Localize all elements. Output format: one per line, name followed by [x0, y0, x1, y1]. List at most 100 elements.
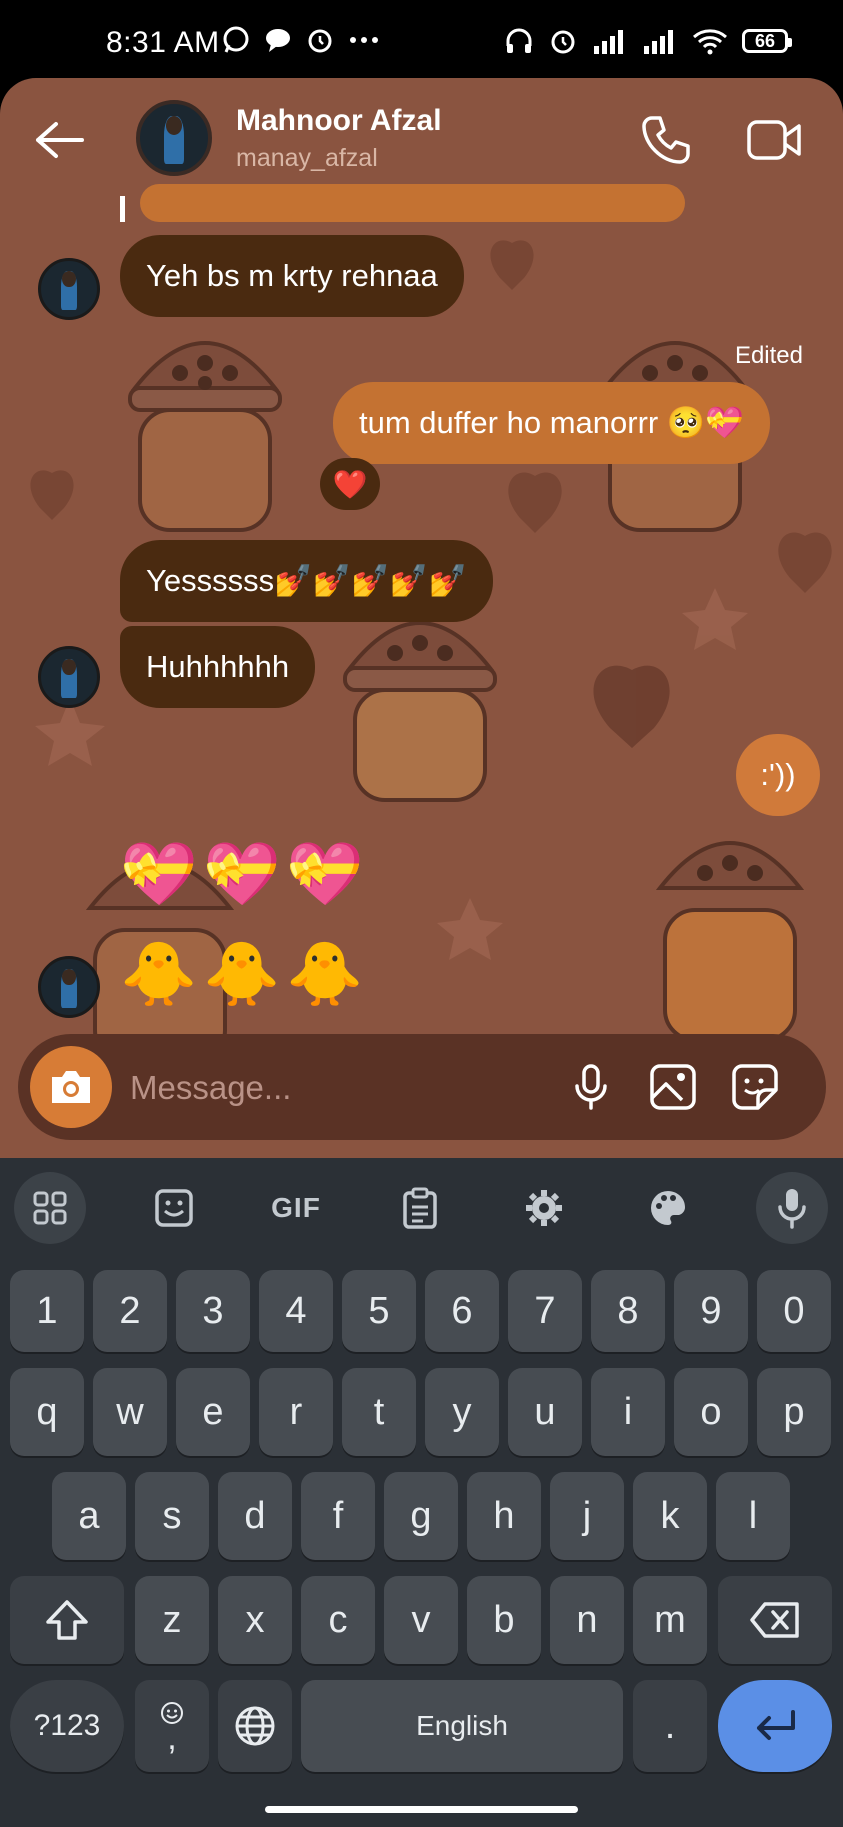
- enter-key[interactable]: [718, 1680, 832, 1772]
- key-b[interactable]: b: [467, 1576, 541, 1664]
- wifi-icon: [693, 29, 727, 55]
- message-incoming[interactable]: Yessssss💅💅💅💅💅: [120, 540, 494, 622]
- key-j[interactable]: j: [550, 1472, 624, 1560]
- kb-voice-button[interactable]: [756, 1172, 828, 1244]
- key-l[interactable]: l: [716, 1472, 790, 1560]
- kb-sticker-button[interactable]: [138, 1172, 210, 1244]
- system-icons: 66: [504, 26, 792, 56]
- key-o[interactable]: o: [674, 1368, 748, 1456]
- key-z[interactable]: z: [135, 1576, 209, 1664]
- shift-key[interactable]: [10, 1576, 124, 1664]
- contact-name[interactable]: Mahnoor Afzal: [236, 104, 442, 138]
- language-key[interactable]: [218, 1680, 292, 1772]
- key-6[interactable]: 6: [425, 1270, 499, 1352]
- key-d[interactable]: d: [218, 1472, 292, 1560]
- key-t[interactable]: t: [342, 1368, 416, 1456]
- emoji-message[interactable]: 💝💝💝: [120, 840, 370, 910]
- message-outgoing[interactable]: tum duffer ho manorrr 🥺💝: [333, 382, 771, 464]
- chat-header: Mahnoor Afzal manay_afzal: [0, 78, 843, 208]
- key-i[interactable]: i: [591, 1368, 665, 1456]
- key-s[interactable]: s: [135, 1472, 209, 1560]
- status-time: 8:31 AM: [106, 26, 220, 59]
- key-7[interactable]: 7: [508, 1270, 582, 1352]
- sticker-icon[interactable]: [730, 1062, 780, 1112]
- key-v[interactable]: v: [384, 1576, 458, 1664]
- headphones-icon: [506, 28, 532, 53]
- back-arrow-icon[interactable]: [34, 120, 86, 160]
- phone-call-icon[interactable]: [640, 114, 692, 166]
- key-5[interactable]: 5: [342, 1270, 416, 1352]
- emoji-comma-key[interactable]: ,: [135, 1680, 209, 1772]
- battery-level: 66: [754, 30, 776, 51]
- key-8[interactable]: 8: [591, 1270, 665, 1352]
- key-p[interactable]: p: [757, 1368, 831, 1456]
- key-k[interactable]: k: [633, 1472, 707, 1560]
- key-c[interactable]: c: [301, 1576, 375, 1664]
- emoji-message[interactable]: 🐥🐥🐥: [120, 940, 370, 1010]
- alarm-icon: [308, 29, 332, 53]
- clipboard-icon: [403, 1187, 437, 1229]
- kb-theme-button[interactable]: [632, 1172, 704, 1244]
- kb-gif-button[interactable]: GIF: [260, 1172, 332, 1244]
- kb-settings-button[interactable]: [508, 1172, 580, 1244]
- comma-label: ,: [167, 1719, 177, 1757]
- key-h[interactable]: h: [467, 1472, 541, 1560]
- video-call-icon[interactable]: [746, 116, 802, 164]
- key-w[interactable]: w: [93, 1368, 167, 1456]
- key-9[interactable]: 9: [674, 1270, 748, 1352]
- contact-avatar[interactable]: [136, 100, 212, 176]
- camera-icon: [52, 1071, 90, 1103]
- key-a[interactable]: a: [52, 1472, 126, 1560]
- microphone-icon[interactable]: [566, 1062, 616, 1112]
- key-1[interactable]: 1: [10, 1270, 84, 1352]
- chat-area[interactable]: Mahnoor Afzal manay_afzal Yeh bs m krty …: [0, 78, 843, 1160]
- kb-apps-button[interactable]: [14, 1172, 86, 1244]
- alarm-clock-icon: [551, 30, 575, 54]
- sender-avatar[interactable]: [38, 956, 100, 1018]
- shift-icon: [46, 1600, 88, 1640]
- key-r[interactable]: r: [259, 1368, 333, 1456]
- backspace-key[interactable]: [718, 1576, 832, 1664]
- symbols-key[interactable]: ?123: [10, 1680, 124, 1772]
- key-m[interactable]: m: [633, 1576, 707, 1664]
- whatsapp-icon: [223, 26, 249, 53]
- backspace-icon: [750, 1602, 799, 1638]
- key-2[interactable]: 2: [93, 1270, 167, 1352]
- period-key[interactable]: .: [633, 1680, 707, 1772]
- key-n[interactable]: n: [550, 1576, 624, 1664]
- gallery-icon[interactable]: [648, 1062, 698, 1112]
- camera-button[interactable]: [30, 1046, 112, 1128]
- key-f[interactable]: f: [301, 1472, 375, 1560]
- keyboard: GIF 1 2 3 4 5 6 7 8 9 0 q w e r t y u i …: [0, 1158, 843, 1827]
- heart-reaction: ❤️: [332, 468, 368, 500]
- reaction-badge[interactable]: ❤️: [320, 458, 380, 510]
- home-indicator[interactable]: [265, 1806, 578, 1813]
- key-e[interactable]: e: [176, 1368, 250, 1456]
- kb-clipboard-button[interactable]: [384, 1172, 456, 1244]
- key-x[interactable]: x: [218, 1576, 292, 1664]
- edited-label: Edited: [734, 342, 803, 369]
- key-q[interactable]: q: [10, 1368, 84, 1456]
- contact-username: manay_afzal: [236, 144, 378, 172]
- enter-icon: [757, 1710, 795, 1740]
- grid-icon: [33, 1191, 67, 1225]
- sender-avatar[interactable]: [38, 258, 100, 320]
- status-bar: 8:31 AM 66: [0, 0, 843, 80]
- key-g[interactable]: g: [384, 1472, 458, 1560]
- message-incoming[interactable]: Yeh bs m krty rehnaa: [120, 235, 464, 317]
- sender-avatar[interactable]: [38, 646, 100, 708]
- message-outgoing[interactable]: :')): [736, 734, 820, 816]
- key-0[interactable]: 0: [757, 1270, 831, 1352]
- gear-icon: [526, 1190, 562, 1226]
- key-3[interactable]: 3: [176, 1270, 250, 1352]
- sticker-icon: [155, 1189, 193, 1227]
- space-key[interactable]: English: [301, 1680, 623, 1772]
- key-y[interactable]: y: [425, 1368, 499, 1456]
- key-u[interactable]: u: [508, 1368, 582, 1456]
- battery-indicator: 66: [742, 29, 792, 53]
- key-4[interactable]: 4: [259, 1270, 333, 1352]
- message-input[interactable]: [128, 1052, 552, 1124]
- message-incoming[interactable]: Huhhhhhh: [120, 626, 316, 708]
- chat-bubble-icon: [266, 29, 290, 52]
- microphone-icon: [778, 1189, 806, 1229]
